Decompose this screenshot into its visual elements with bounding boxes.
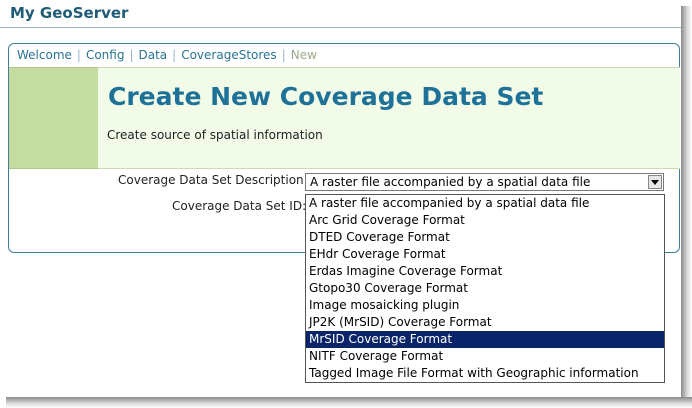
breadcrumb: Welcome | Config | Data | CoverageStores | New <box>17 48 317 62</box>
window-shadow-right <box>681 6 692 408</box>
breadcrumb-coveragestores[interactable]: CoverageStores <box>181 48 276 62</box>
title-divider <box>0 27 681 28</box>
page-subtitle: Create source of spatial information <box>107 128 323 142</box>
description-select[interactable]: A raster file accompanied by a spatial d… <box>305 173 664 191</box>
breadcrumb-config[interactable]: Config <box>86 48 125 62</box>
description-options-list: A raster file accompanied by a spatial d… <box>305 194 665 383</box>
option-erdas-imagine[interactable]: Erdas Imagine Coverage Format <box>306 263 664 280</box>
breadcrumb-separator: | <box>129 48 134 62</box>
breadcrumb-separator: | <box>281 48 286 62</box>
window-shadow-bottom <box>6 397 692 408</box>
breadcrumb-separator: | <box>172 48 177 62</box>
breadcrumb-data[interactable]: Data <box>139 48 168 62</box>
app-title: My GeoServer <box>10 4 129 22</box>
option-arc-grid[interactable]: Arc Grid Coverage Format <box>306 212 664 229</box>
chevron-down-icon[interactable] <box>648 175 662 189</box>
data-set-id-label: Coverage Data Set ID: <box>172 199 307 213</box>
page-title: Create New Coverage Data Set <box>108 82 544 111</box>
breadcrumb-current: New <box>290 48 317 62</box>
description-select-value: A raster file accompanied by a spatial d… <box>310 175 591 189</box>
option-dted[interactable]: DTED Coverage Format <box>306 229 664 246</box>
breadcrumb-welcome[interactable]: Welcome <box>17 48 72 62</box>
option-ehdr[interactable]: EHdr Coverage Format <box>306 246 664 263</box>
option-image-mosaicking[interactable]: Image mosaicking plugin <box>306 297 664 314</box>
page-header-accent <box>9 67 98 169</box>
option-gtopo30[interactable]: Gtopo30 Coverage Format <box>306 280 664 297</box>
description-label: Coverage Data Set Description: <box>118 173 308 187</box>
option-geotiff[interactable]: Tagged Image File Format with Geographic… <box>306 365 664 382</box>
option-mrsid[interactable]: MrSID Coverage Format <box>306 331 664 348</box>
option-jp2k-mrsid[interactable]: JP2K (MrSID) Coverage Format <box>306 314 664 331</box>
option-nitf[interactable]: NITF Coverage Format <box>306 348 664 365</box>
option-raster-spatial[interactable]: A raster file accompanied by a spatial d… <box>306 195 664 212</box>
breadcrumb-separator: | <box>76 48 81 62</box>
